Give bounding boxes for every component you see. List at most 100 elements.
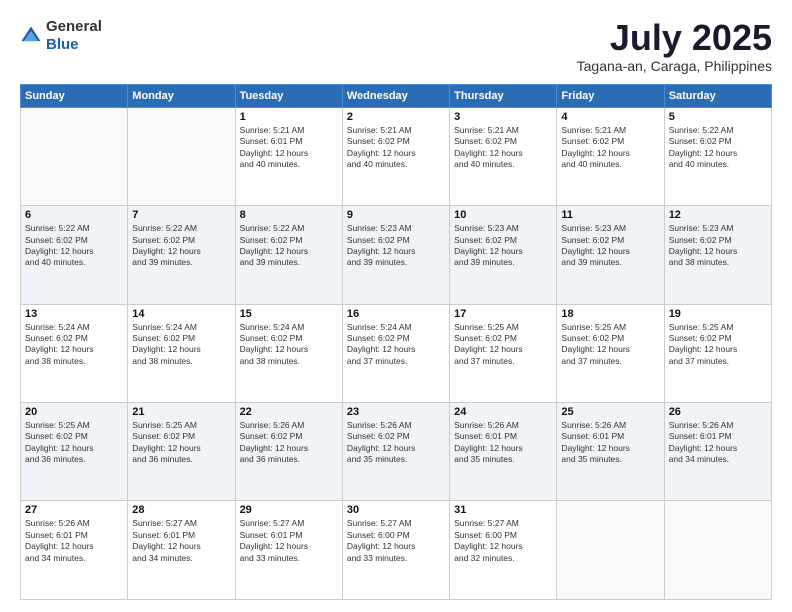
day-number: 21 <box>132 406 230 418</box>
calendar-day-header: Monday <box>128 84 235 107</box>
day-number: 2 <box>347 111 445 123</box>
calendar-day-cell: 1 Sunrise: 5:21 AM Sunset: 6:01 PM Daylig… <box>235 107 342 205</box>
day-info: Sunrise: 5:22 AM Sunset: 6:02 PM Dayligh… <box>240 223 338 269</box>
day-number: 4 <box>561 111 659 123</box>
day-info: Sunrise: 5:26 AM Sunset: 6:01 PM Dayligh… <box>561 420 659 466</box>
calendar-day-cell: 20Sunrise: 5:25 AM Sunset: 6:02 PM Dayli… <box>21 403 128 501</box>
day-info: Sunrise: 5:25 AM Sunset: 6:02 PM Dayligh… <box>132 420 230 466</box>
day-info: Sunrise: 5:25 AM Sunset: 6:02 PM Dayligh… <box>669 322 767 368</box>
calendar-day-header: Wednesday <box>342 84 449 107</box>
calendar-day-cell <box>664 501 771 600</box>
day-info: Sunrise: 5:23 AM Sunset: 6:02 PM Dayligh… <box>454 223 552 269</box>
day-number: 24 <box>454 406 552 418</box>
calendar-day-cell: 2 Sunrise: 5:21 AM Sunset: 6:02 PM Daylig… <box>342 107 449 205</box>
calendar-day-header: Saturday <box>664 84 771 107</box>
day-number: 14 <box>132 308 230 320</box>
day-number: 25 <box>561 406 659 418</box>
day-number: 10 <box>454 209 552 221</box>
calendar-day-cell: 3 Sunrise: 5:21 AM Sunset: 6:02 PM Daylig… <box>450 107 557 205</box>
calendar-day-header: Tuesday <box>235 84 342 107</box>
calendar-week-row: 27 Sunrise: 5:26 AM Sunset: 6:01 PM Dayli… <box>21 501 772 600</box>
day-number: 13 <box>25 308 123 320</box>
title-block: July 2025 Tagana-an, Caraga, Philippines <box>577 18 772 74</box>
day-info: Sunrise: 5:23 AM Sunset: 6:02 PM Dayligh… <box>669 223 767 269</box>
day-number: 5 <box>669 111 767 123</box>
calendar-day-cell: 17 Sunrise: 5:25 AM Sunset: 6:02 PM Dayli… <box>450 304 557 402</box>
day-info: Sunrise: 5:24 AM Sunset: 6:02 PM Dayligh… <box>347 322 445 368</box>
day-info: Sunrise: 5:27 AM Sunset: 6:00 PM Dayligh… <box>347 518 445 564</box>
calendar-day-cell: 18 Sunrise: 5:25 AM Sunset: 6:02 PM Dayli… <box>557 304 664 402</box>
day-info: Sunrise: 5:25 AM Sunset: 6:02 PM Dayligh… <box>454 322 552 368</box>
calendar-day-cell: 5 Sunrise: 5:22 AM Sunset: 6:02 PM Daylig… <box>664 107 771 205</box>
day-info: Sunrise: 5:26 AM Sunset: 6:01 PM Dayligh… <box>669 420 767 466</box>
day-info: Sunrise: 5:24 AM Sunset: 6:02 PM Dayligh… <box>132 322 230 368</box>
calendar-day-cell: 8 Sunrise: 5:22 AM Sunset: 6:02 PM Daylig… <box>235 206 342 304</box>
day-number: 18 <box>561 308 659 320</box>
logo-general: General <box>46 18 102 35</box>
day-number: 23 <box>347 406 445 418</box>
calendar-day-cell: 6Sunrise: 5:22 AM Sunset: 6:02 PM Daylig… <box>21 206 128 304</box>
calendar-week-row: 20Sunrise: 5:25 AM Sunset: 6:02 PM Dayli… <box>21 403 772 501</box>
day-info: Sunrise: 5:22 AM Sunset: 6:02 PM Dayligh… <box>669 125 767 171</box>
calendar-day-cell: 26 Sunrise: 5:26 AM Sunset: 6:01 PM Dayli… <box>664 403 771 501</box>
day-info: Sunrise: 5:26 AM Sunset: 6:02 PM Dayligh… <box>347 420 445 466</box>
day-info: Sunrise: 5:22 AM Sunset: 6:02 PM Dayligh… <box>132 223 230 269</box>
calendar-day-cell: 10 Sunrise: 5:23 AM Sunset: 6:02 PM Dayli… <box>450 206 557 304</box>
day-number: 8 <box>240 209 338 221</box>
day-number: 26 <box>669 406 767 418</box>
day-number: 31 <box>454 504 552 516</box>
calendar-day-cell: 21 Sunrise: 5:25 AM Sunset: 6:02 PM Dayli… <box>128 403 235 501</box>
calendar-day-header: Sunday <box>21 84 128 107</box>
calendar-day-header: Friday <box>557 84 664 107</box>
day-info: Sunrise: 5:21 AM Sunset: 6:02 PM Dayligh… <box>347 125 445 171</box>
calendar-day-cell: 9Sunrise: 5:23 AM Sunset: 6:02 PM Daylig… <box>342 206 449 304</box>
day-info: Sunrise: 5:24 AM Sunset: 6:02 PM Dayligh… <box>25 322 123 368</box>
calendar-day-cell: 7Sunrise: 5:22 AM Sunset: 6:02 PM Daylig… <box>128 206 235 304</box>
page: General Blue July 2025 Tagana-an, Caraga… <box>0 0 792 612</box>
day-info: Sunrise: 5:21 AM Sunset: 6:01 PM Dayligh… <box>240 125 338 171</box>
calendar-day-cell: 28Sunrise: 5:27 AM Sunset: 6:01 PM Dayli… <box>128 501 235 600</box>
calendar-week-row: 1 Sunrise: 5:21 AM Sunset: 6:01 PM Daylig… <box>21 107 772 205</box>
logo-text: General Blue <box>46 18 102 54</box>
day-number: 3 <box>454 111 552 123</box>
day-info: Sunrise: 5:21 AM Sunset: 6:02 PM Dayligh… <box>454 125 552 171</box>
day-number: 12 <box>669 209 767 221</box>
calendar-day-cell: 23 Sunrise: 5:26 AM Sunset: 6:02 PM Dayli… <box>342 403 449 501</box>
day-number: 16 <box>347 308 445 320</box>
day-info: Sunrise: 5:26 AM Sunset: 6:02 PM Dayligh… <box>240 420 338 466</box>
calendar-table: SundayMondayTuesdayWednesdayThursdayFrid… <box>20 84 772 600</box>
subtitle: Tagana-an, Caraga, Philippines <box>577 58 772 74</box>
calendar-header-row: SundayMondayTuesdayWednesdayThursdayFrid… <box>21 84 772 107</box>
logo-blue: Blue <box>46 36 79 53</box>
calendar-day-cell: 15Sunrise: 5:24 AM Sunset: 6:02 PM Dayli… <box>235 304 342 402</box>
calendar-day-cell <box>128 107 235 205</box>
day-number: 1 <box>240 111 338 123</box>
day-info: Sunrise: 5:23 AM Sunset: 6:02 PM Dayligh… <box>347 223 445 269</box>
calendar-day-cell: 4Sunrise: 5:21 AM Sunset: 6:02 PM Daylig… <box>557 107 664 205</box>
day-info: Sunrise: 5:26 AM Sunset: 6:01 PM Dayligh… <box>25 518 123 564</box>
day-number: 27 <box>25 504 123 516</box>
day-number: 11 <box>561 209 659 221</box>
day-info: Sunrise: 5:26 AM Sunset: 6:01 PM Dayligh… <box>454 420 552 466</box>
calendar-day-cell: 24 Sunrise: 5:26 AM Sunset: 6:01 PM Dayli… <box>450 403 557 501</box>
calendar-day-cell: 19 Sunrise: 5:25 AM Sunset: 6:02 PM Dayli… <box>664 304 771 402</box>
logo-icon <box>20 25 42 47</box>
calendar-day-header: Thursday <box>450 84 557 107</box>
header: General Blue July 2025 Tagana-an, Caraga… <box>20 18 772 74</box>
calendar-week-row: 6Sunrise: 5:22 AM Sunset: 6:02 PM Daylig… <box>21 206 772 304</box>
day-info: Sunrise: 5:24 AM Sunset: 6:02 PM Dayligh… <box>240 322 338 368</box>
calendar-week-row: 13 Sunrise: 5:24 AM Sunset: 6:02 PM Dayli… <box>21 304 772 402</box>
day-number: 17 <box>454 308 552 320</box>
day-number: 19 <box>669 308 767 320</box>
calendar-day-cell: 31Sunrise: 5:27 AM Sunset: 6:00 PM Dayli… <box>450 501 557 600</box>
calendar-day-cell: 22 Sunrise: 5:26 AM Sunset: 6:02 PM Dayli… <box>235 403 342 501</box>
calendar-day-cell: 12 Sunrise: 5:23 AM Sunset: 6:02 PM Dayli… <box>664 206 771 304</box>
day-number: 22 <box>240 406 338 418</box>
calendar-day-cell: 27 Sunrise: 5:26 AM Sunset: 6:01 PM Dayli… <box>21 501 128 600</box>
calendar-day-cell: 11Sunrise: 5:23 AM Sunset: 6:02 PM Dayli… <box>557 206 664 304</box>
calendar-day-cell: 14 Sunrise: 5:24 AM Sunset: 6:02 PM Dayli… <box>128 304 235 402</box>
day-info: Sunrise: 5:25 AM Sunset: 6:02 PM Dayligh… <box>25 420 123 466</box>
calendar-day-cell: 30Sunrise: 5:27 AM Sunset: 6:00 PM Dayli… <box>342 501 449 600</box>
calendar-day-cell <box>21 107 128 205</box>
day-info: Sunrise: 5:25 AM Sunset: 6:02 PM Dayligh… <box>561 322 659 368</box>
